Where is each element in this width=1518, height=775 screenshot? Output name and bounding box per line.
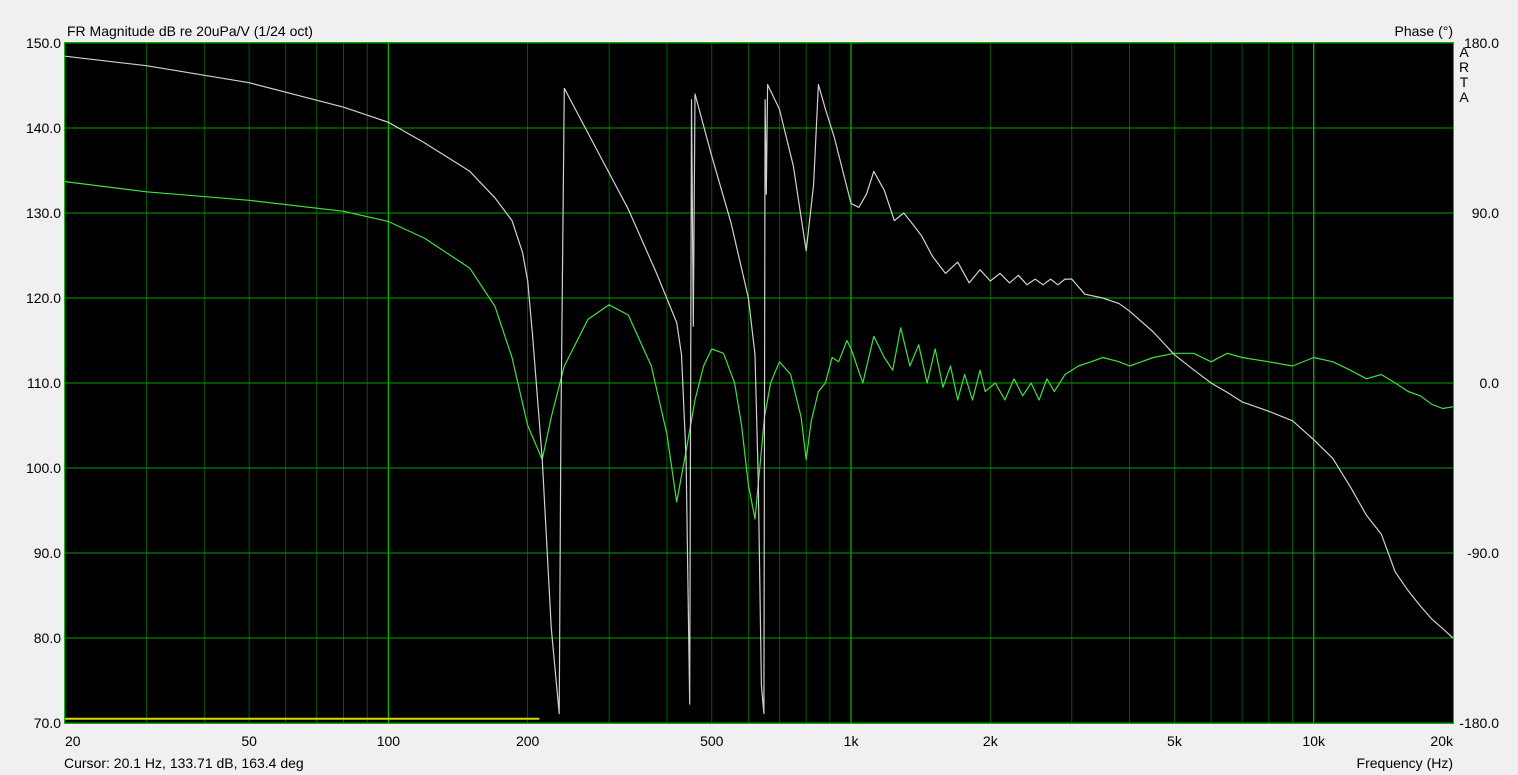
y2-tick-label: -90.0 (1467, 545, 1499, 561)
y-tick-label: 100.0 (26, 460, 61, 476)
y2-tick-label: -180.0 (1459, 715, 1499, 731)
x-tick-label: 10k (1302, 733, 1326, 749)
y2-tick-label: 90.0 (1472, 205, 1499, 221)
x-tick-label: 2k (983, 733, 999, 749)
y-tick-label: 70.0 (34, 715, 61, 731)
x-tick-label: 200 (516, 733, 540, 749)
x-tick-label: 500 (700, 733, 724, 749)
y-tick-label: 120.0 (26, 290, 61, 306)
x-tick-label: 20 (65, 733, 81, 749)
x-tick-label: 100 (377, 733, 401, 749)
watermark-letter: A (1459, 89, 1469, 105)
y-tick-label: 150.0 (26, 35, 61, 51)
arta-watermark: A R T A (1459, 44, 1469, 105)
y-tick-label: 110.0 (27, 375, 61, 391)
x-tick-label: 50 (241, 733, 257, 749)
x-tick-label: 20k (1430, 733, 1454, 749)
y2-tick-label: 180.0 (1464, 35, 1499, 51)
cursor-readout: Cursor: 20.1 Hz, 133.71 dB, 163.4 deg (64, 755, 304, 771)
frequency-response-chart[interactable]: FR Magnitude dB re 20uPa/V (1/24 oct) Ph… (0, 0, 1518, 775)
magnitude-axis: 70.0 80.0 90.0 100.0 110.0 120.0 130.0 140.0 150… (26, 35, 61, 731)
phase-axis-title: Phase (°) (1394, 23, 1453, 39)
y-tick-label: 90.0 (34, 545, 61, 561)
y2-tick-label: 0.0 (1480, 375, 1500, 391)
y-tick-label: 80.0 (34, 630, 61, 646)
watermark-letter: A (1459, 44, 1469, 60)
chart-title: FR Magnitude dB re 20uPa/V (1/24 oct) (67, 23, 313, 39)
y-tick-label: 140.0 (26, 120, 61, 136)
x-tick-label: 5k (1167, 733, 1183, 749)
x-axis-label: Frequency (Hz) (1357, 755, 1453, 771)
watermark-letter: R (1459, 59, 1469, 75)
y-tick-label: 130.0 (26, 205, 61, 221)
phase-axis: -180.0 -90.0 0.0 90.0 180.0 (1459, 35, 1499, 731)
frequency-axis: 20 50 100 200 500 1k 2k 5k 10k 20k (65, 733, 1454, 749)
watermark-letter: T (1460, 74, 1469, 90)
x-tick-label: 1k (844, 733, 860, 749)
